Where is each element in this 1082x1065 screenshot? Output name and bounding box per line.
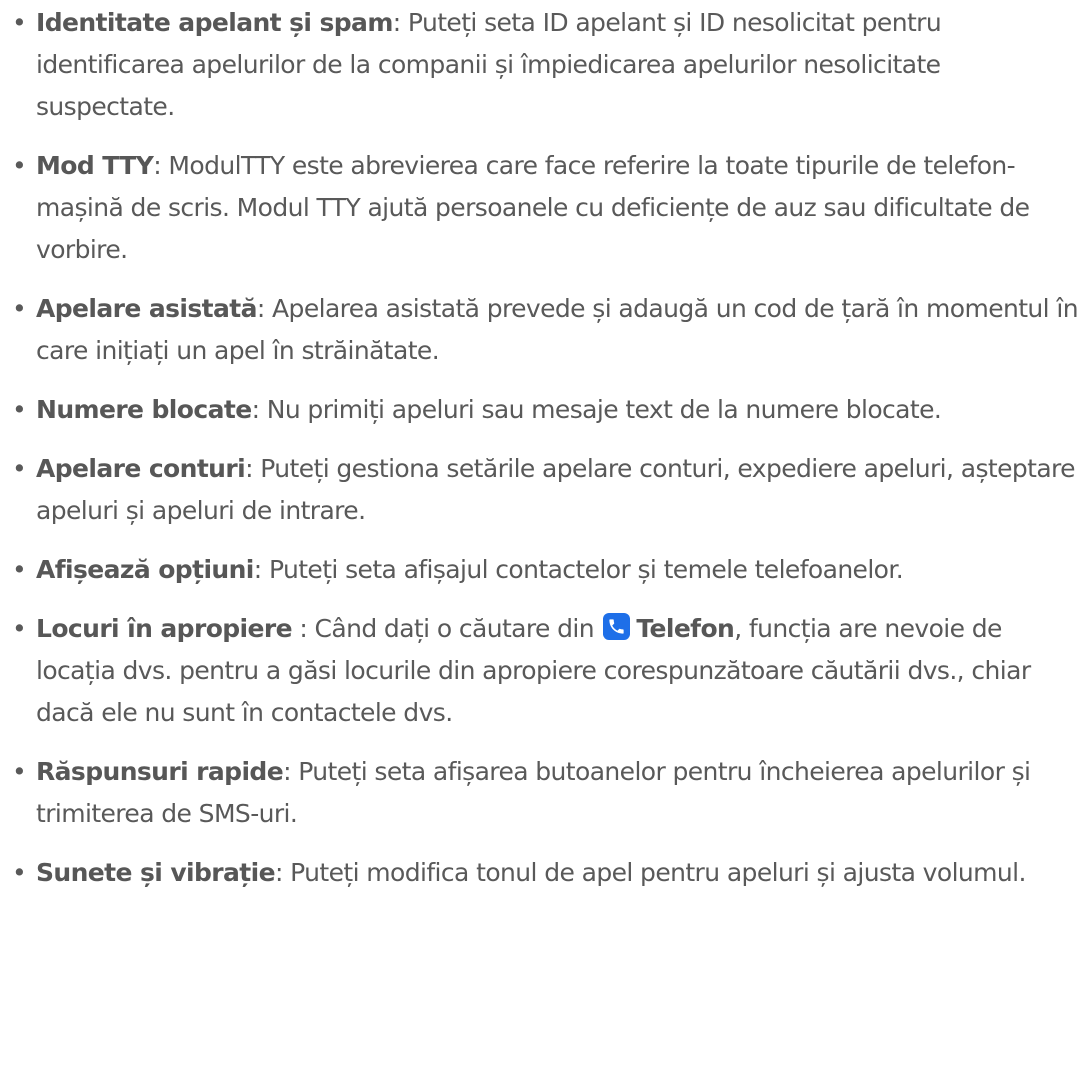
- item-title: Numere blocate: [36, 395, 252, 424]
- bullet: •: [12, 614, 27, 643]
- bullet: •: [12, 555, 27, 584]
- bullet: •: [12, 454, 27, 483]
- item-title: Afișează opțiuni: [36, 555, 254, 584]
- bullet: •: [12, 395, 27, 424]
- item-title: Apelare conturi: [36, 454, 246, 483]
- list-item-assisted-dialing: • Apelare asistată: Apelarea asistată pr…: [12, 288, 1079, 372]
- item-title: Identitate apelant și spam: [36, 8, 393, 37]
- list-item-caller-id-spam: • Identitate apelant și spam: Puteți set…: [12, 0, 1078, 128]
- list-item-blocked-numbers: • Numere blocate: Nu primiți apeluri sau…: [12, 389, 1078, 431]
- list-item-display-options: • Afișează opțiuni: Puteți seta afișajul…: [12, 549, 1078, 591]
- item-description-start: : Când dați o căutare din: [291, 614, 602, 643]
- bullet: •: [12, 151, 27, 180]
- list-item-calling-accounts: • Apelare conturi: Puteți gestiona setăr…: [12, 448, 1078, 532]
- call-settings-list: • Identitate apelant și spam : Puteți set…: [12, 0, 1079, 911]
- item-description: : Puteți modifica tonul de apel pentru a…: [274, 858, 1026, 887]
- item-title: Locuri în apropiere: [36, 614, 293, 643]
- phone-app-icon: [603, 613, 631, 640]
- item-title: Răspunsuri rapide: [36, 757, 284, 786]
- list-item-quick-responses: • Răspunsuri rapide: Puteți seta afișare…: [12, 751, 1078, 835]
- item-description: : Puteți seta afișajul contactelor și te…: [253, 555, 904, 584]
- item-title: Apelare asistată: [36, 294, 257, 323]
- list-item-tty-mode: • Mod TTY: ModulTTY este abrevierea care…: [12, 145, 1078, 271]
- bullet: •: [12, 294, 27, 323]
- item-title: Mod TTY: [36, 151, 154, 180]
- item-description: : ModulTTY este abrevierea care face ref…: [36, 151, 1030, 264]
- app-name: Telefon: [636, 614, 735, 643]
- bullet: •: [12, 858, 27, 887]
- bullet: •: [12, 757, 27, 786]
- list-item-nearby-places: • Locuri în apropiere : Când dați o căut…: [12, 608, 1078, 734]
- list-item-sounds-vibration: • Sunete și vibrație: Puteți modifica to…: [12, 852, 1078, 894]
- item-description: : Nu primiți apeluri sau mesaje text de …: [251, 395, 942, 424]
- item-title: Sunete și vibrație: [36, 858, 276, 887]
- bullet: •: [12, 8, 27, 37]
